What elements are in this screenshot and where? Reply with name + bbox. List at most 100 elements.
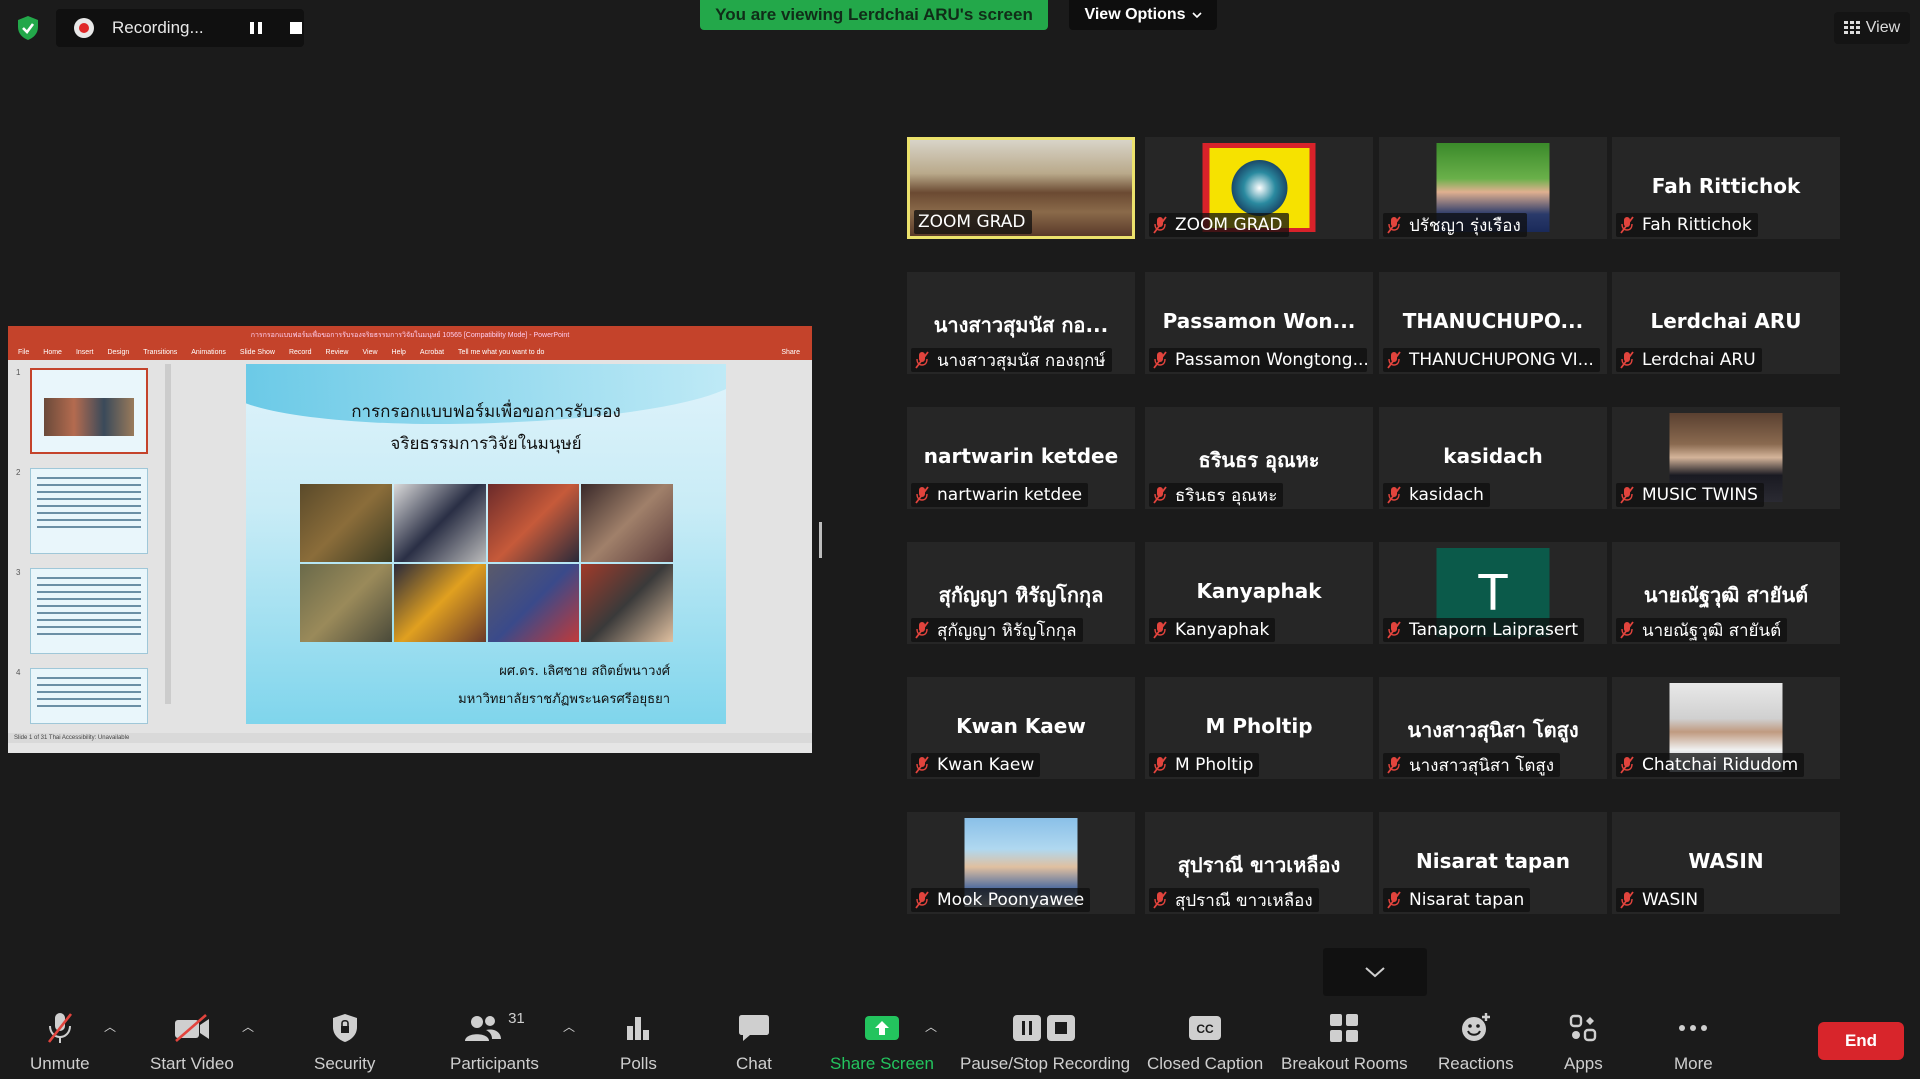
participant-tile[interactable]: nartwarin ketdee nartwarin ketdee [907,407,1135,509]
split-view-divider[interactable] [819,522,822,558]
participant-name: Nisarat tapan [1409,890,1525,910]
participant-display-name: สุกัญญา หิรัญโกกุล [938,583,1104,607]
participant-name: Mook Poonyawee [937,890,1085,910]
participant-tile[interactable]: Mook Poonyawee [907,812,1135,914]
ribbon-tab: Record [288,348,312,356]
muted-microphone-icon [1387,756,1401,774]
stop-recording-icon[interactable] [290,22,302,34]
participant-display-name: นางสาวสุมนัส กอ... [933,313,1109,337]
participant-display-name: Passamon Won... [1162,309,1356,333]
microphone-muted-icon [47,1013,72,1043]
participants-button[interactable]: 31 Participants [450,1010,539,1074]
share-screen-button[interactable]: Share Screen [830,1010,934,1074]
pause-stop-recording-label: Pause/Stop Recording [960,1054,1131,1073]
muted-microphone-icon [1620,891,1634,909]
participant-name-label: Tanaporn Laiprasert [1383,618,1585,642]
pause-recording-icon[interactable] [250,22,262,34]
participant-tile[interactable]: ZOOM GRAD [1145,137,1373,239]
photo-collage [300,484,673,642]
participant-tile[interactable]: Passamon Won... Passamon Wongtong... [1145,272,1373,374]
powerpoint-ribbon-tabs: File Home Insert Design Transitions Anim… [8,344,812,360]
participant-name-label: ปรัชญา รุ่งเรือง [1383,213,1527,237]
participant-name: nartwarin ketdee [937,485,1083,505]
participant-display-name: THANUCHUPO... [1402,309,1584,333]
muted-microphone-icon [1387,216,1401,234]
end-meeting-button[interactable]: End [1818,1022,1904,1060]
participant-name: สุกัญญา หิรัญโกกุล [937,620,1077,641]
participant-tile[interactable]: ธรินธร อุณหะ ธรินธร อุณหะ [1145,407,1373,509]
participant-tile[interactable]: ZOOM GRAD [907,137,1135,239]
participant-tile[interactable]: WASIN WASIN [1612,812,1840,914]
participant-name-label: Chatchai Ridudom [1616,753,1805,777]
participant-name-label: Fah Rittichok [1616,213,1758,237]
ribbon-tab: Home [43,348,62,356]
video-camera-off-icon [174,1014,209,1042]
chat-button[interactable]: Chat [736,1010,772,1074]
more-button[interactable]: More [1674,1010,1713,1074]
participant-name: ธรินธร อุณหะ [1175,485,1278,506]
more-label: More [1674,1054,1713,1073]
participant-name: นางสาวสุนิสา โตสูง [1409,755,1555,776]
share-options-caret-icon[interactable]: ︿ [925,1018,937,1035]
muted-microphone-icon [1620,351,1634,369]
muted-microphone-icon [915,756,929,774]
participant-display-name: นายณัฐวุฒิ สายันต์ [1643,583,1809,607]
participant-tile[interactable]: Chatchai Ridudom [1612,677,1840,779]
muted-microphone-icon [915,351,929,369]
shared-screen[interactable]: การกรอกแบบฟอร์มเพื่อขอการรับรองจริยธรรมก… [8,326,812,753]
participant-display-name: M Pholtip [1205,714,1313,738]
participant-name: Tanaporn Laiprasert [1409,620,1579,640]
apps-label: Apps [1564,1054,1603,1073]
security-label: Security [314,1054,376,1073]
participant-tile[interactable]: นางสาวสุนิสา โตสูง นางสาวสุนิสา โตสูง [1379,677,1607,779]
participants-options-caret-icon[interactable]: ︿ [563,1018,575,1035]
participant-display-name: นางสาวสุนิสา โตสูง [1407,718,1579,742]
participant-tile[interactable]: THANUCHUPO... THANUCHUPONG VI... [1379,272,1607,374]
participant-tile[interactable]: Lerdchai ARU Lerdchai ARU [1612,272,1840,374]
gallery-next-page-button[interactable] [1323,948,1427,996]
recording-dot-icon [74,18,94,38]
participant-tile[interactable]: นายณัฐวุฒิ สายันต์ นายณัฐวุฒิ สายันต์ [1612,542,1840,644]
participant-tile[interactable]: Fah Rittichok Fah Rittichok [1612,137,1840,239]
pause-stop-recording-button[interactable]: Pause/Stop Recording [960,1010,1130,1074]
participant-name: Kanyaphak [1175,620,1270,640]
participant-name: Chatchai Ridudom [1642,755,1799,775]
ribbon-tab: Slide Show [239,348,275,356]
slide-number: 4 [16,668,21,677]
participant-name-label: ธรินธร อุณหะ [1149,483,1284,507]
recording-indicator: Recording... [56,9,304,47]
security-button[interactable]: Security [314,1010,375,1074]
participant-tile[interactable]: M Pholtip M Pholtip [1145,677,1373,779]
apps-button[interactable]: Apps [1564,1010,1603,1074]
participant-tile[interactable]: นางสาวสุมนัส กอ... นางสาวสุมนัส กองฤกษ์ [907,272,1135,374]
grid-view-icon [1843,21,1860,34]
chevron-down-icon [1365,967,1385,978]
viewing-screen-banner: You are viewing Lerdchai ARU's screen [700,0,1048,30]
reactions-button[interactable]: Reactions [1438,1010,1514,1074]
participant-tile[interactable]: Nisarat tapan Nisarat tapan [1379,812,1607,914]
view-button[interactable]: View [1834,12,1910,44]
muted-microphone-icon [1620,756,1634,774]
participant-name-label: Mook Poonyawee [911,888,1091,912]
view-options-button[interactable]: View Options [1069,0,1217,30]
unmute-button[interactable]: Unmute [30,1010,90,1074]
breakout-rooms-button[interactable]: Breakout Rooms [1281,1010,1408,1074]
start-video-button[interactable]: Start Video [150,1010,234,1074]
participant-tile[interactable]: สุกัญญา หิรัญโกกุล สุกัญญา หิรัญโกกุล [907,542,1135,644]
participants-count: 31 [508,1010,525,1027]
audio-options-caret-icon[interactable]: ︿ [104,1018,116,1035]
encryption-shield-icon[interactable] [16,15,40,41]
thumbnail-scrollbar [165,364,171,704]
slide-thumbnail [30,668,148,724]
participant-tile[interactable]: สุปราณี ขาวเหลือง สุปราณี ขาวเหลือง [1145,812,1373,914]
polls-button[interactable]: Polls [620,1010,657,1074]
participant-name-label: สุปราณี ขาวเหลือง [1149,888,1319,912]
participant-tile[interactable]: MUSIC TWINS [1612,407,1840,509]
video-options-caret-icon[interactable]: ︿ [242,1018,254,1035]
participant-tile[interactable]: ปรัชญา รุ่งเรือง [1379,137,1607,239]
participant-tile[interactable]: Kwan Kaew Kwan Kaew [907,677,1135,779]
closed-caption-button[interactable]: CC Closed Caption [1147,1010,1263,1074]
participant-tile[interactable]: Kanyaphak Kanyaphak [1145,542,1373,644]
participant-tile[interactable]: T Tanaporn Laiprasert [1379,542,1607,644]
participant-tile[interactable]: kasidach kasidach [1379,407,1607,509]
